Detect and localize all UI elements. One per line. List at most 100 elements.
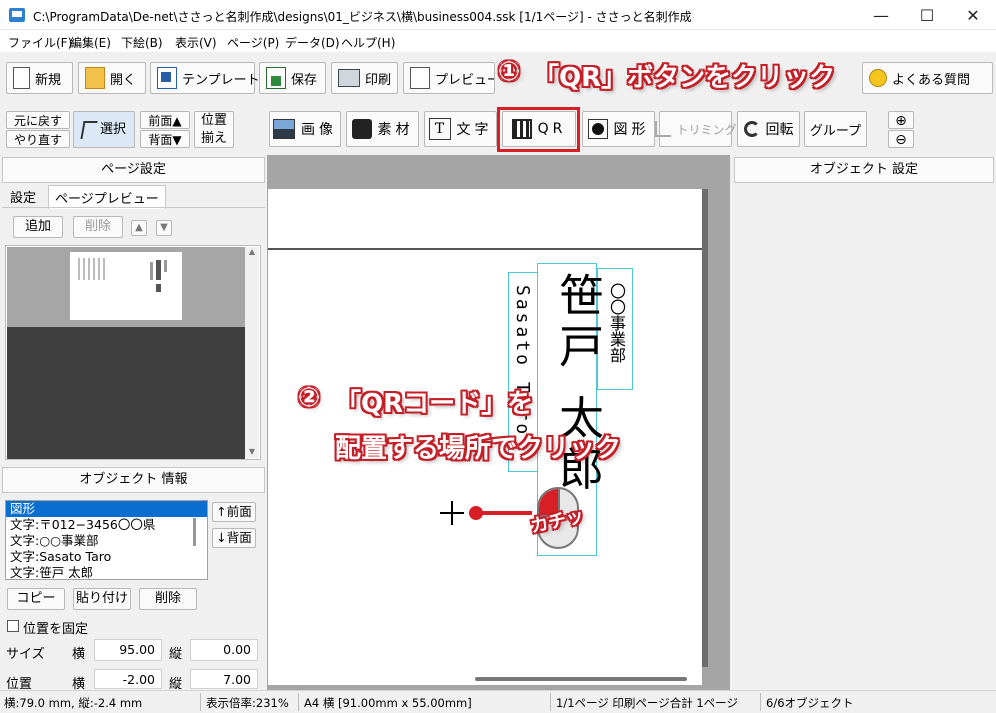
remove-object-button[interactable]: 削除	[139, 588, 197, 610]
title-bar: C:\ProgramData\De-net\ささっと名刺作成\designs\0…	[0, 0, 996, 30]
card-bleed-line	[268, 248, 702, 250]
shape-button[interactable]: 図形	[582, 111, 655, 147]
object-settings-header: オブジェクト 設定	[734, 157, 994, 183]
qr-highlight-frame	[497, 107, 580, 152]
menu-background[interactable]: 下絵(B)	[121, 34, 163, 51]
move-back-button[interactable]: ↓背面	[212, 528, 256, 548]
save-icon	[266, 67, 286, 89]
size-width-label: 横	[72, 647, 86, 662]
cursor-arrow-icon	[80, 120, 98, 139]
step1-number: ①	[498, 57, 521, 87]
preview-button[interactable]: プレビュー	[403, 62, 495, 94]
select-tool-button[interactable]: 選択	[73, 111, 135, 148]
shape-icon	[587, 119, 608, 139]
menu-view[interactable]: 表示(V)	[175, 34, 217, 51]
status-pages: 1/1ページ 印刷ページ合計 1ページ	[556, 696, 738, 710]
menu-page[interactable]: ページ(P)	[227, 34, 279, 51]
image-button[interactable]: 画像	[269, 111, 341, 147]
list-item[interactable]: 文字:〒012−3456〇〇県	[6, 517, 207, 533]
page-settings-header: ページ設定	[2, 157, 265, 183]
page-up-button[interactable]: ▲	[131, 220, 147, 236]
step1-instruction: 「QR」ボタンをクリック	[533, 63, 836, 93]
group-button[interactable]: グループ	[804, 111, 867, 147]
list-item[interactable]: 文字:Sasato Taro	[6, 549, 207, 565]
status-bar: 横:79.0 mm, 縦:-2.4 mm 表示倍率:231% A4 横 [91.…	[0, 690, 996, 713]
text-icon: T	[428, 118, 451, 140]
preview-empty-area	[7, 327, 245, 459]
move-front-button[interactable]: ↑前面	[212, 502, 256, 522]
zoom-out-icon: ⊖	[895, 132, 907, 148]
maximize-button[interactable]: ☐	[904, 0, 950, 30]
align-button[interactable]: 位置 揃え	[194, 111, 234, 148]
material-icon	[351, 119, 372, 139]
page-down-button[interactable]: ▼	[156, 220, 172, 236]
material-button[interactable]: 素材	[346, 111, 419, 147]
preview-scrollbar[interactable]: ▲ ▼	[245, 247, 259, 458]
app-icon	[9, 8, 25, 22]
tab-divider	[2, 207, 265, 208]
printer-icon	[338, 69, 360, 87]
new-document-icon	[13, 67, 30, 89]
zoom-in-button[interactable]: ⊕	[888, 111, 914, 129]
status-object-count: 6/6オブジェクト	[766, 696, 854, 710]
zoom-out-button[interactable]: ⊖	[888, 130, 914, 148]
save-button[interactable]: 保存	[259, 62, 326, 94]
bring-front-button[interactable]: 前面▲	[140, 111, 190, 129]
lock-position-checkbox[interactable]	[7, 620, 19, 632]
rotate-button[interactable]: 回転	[737, 111, 800, 147]
status-zoom: 表示倍率:231%	[206, 696, 289, 710]
text-button[interactable]: T 文字	[424, 111, 497, 147]
list-scrollbar[interactable]	[193, 518, 196, 546]
zoom-in-icon: ⊕	[895, 113, 907, 129]
trimming-button[interactable]: トリミング	[654, 111, 737, 147]
tab-page-preview[interactable]: ページプレビュー	[48, 185, 166, 209]
status-cursor-position: 横:79.0 mm, 縦:-2.4 mm	[4, 696, 143, 710]
step2-instruction-line1: 「QRコード」を	[335, 389, 534, 419]
template-button[interactable]: テンプレート	[150, 62, 260, 94]
step2-number: ②	[298, 383, 321, 413]
template-icon	[157, 67, 177, 89]
window-title: C:\ProgramData\De-net\ささっと名刺作成\designs\0…	[33, 10, 692, 24]
redo-button[interactable]: やり直す	[6, 130, 70, 148]
new-button[interactable]: 新規	[6, 62, 73, 94]
right-panel	[732, 155, 996, 690]
position-x-field[interactable]: -2.00	[94, 669, 162, 689]
add-page-button[interactable]: 追加	[13, 216, 63, 238]
size-height-field[interactable]: 0.00	[190, 639, 258, 661]
pointer-line	[480, 511, 532, 515]
size-width-field[interactable]: 95.00	[94, 639, 162, 661]
preview-icon	[410, 67, 430, 89]
size-label: サイズ	[6, 647, 45, 662]
tab-settings[interactable]: 設定	[10, 187, 36, 206]
open-button[interactable]: 開く	[78, 62, 146, 94]
copy-button[interactable]: コピー	[7, 588, 65, 610]
crosshair-v	[451, 501, 453, 525]
faq-button[interactable]: よくある質問	[862, 62, 993, 94]
card-thumbnail	[70, 252, 182, 320]
list-item[interactable]: 図形	[6, 501, 207, 517]
delete-page-button[interactable]: 削除	[73, 216, 123, 238]
close-button[interactable]: ✕	[950, 0, 996, 30]
undo-button[interactable]: 元に戻す	[6, 111, 70, 129]
rotate-icon	[743, 121, 760, 137]
object-info-header: オブジェクト 情報	[2, 467, 265, 493]
send-back-button[interactable]: 背面▼	[140, 130, 190, 148]
minimize-button[interactable]: —	[858, 0, 904, 30]
list-item[interactable]: 文字:○○事業部	[6, 533, 207, 549]
menu-edit[interactable]: 編集(E)	[70, 34, 111, 51]
faq-icon	[869, 69, 887, 87]
object-list[interactable]: 図形 文字:〒012−3456〇〇県 文字:○○事業部 文字:Sasato Ta…	[5, 500, 208, 580]
canvas-scrollbar[interactable]	[475, 677, 687, 681]
step2-instruction-line2: 配置する場所でクリック	[335, 434, 622, 464]
paste-button[interactable]: 貼り付け	[73, 588, 131, 610]
print-button[interactable]: 印刷	[331, 62, 398, 94]
menu-data[interactable]: データ(D)	[285, 34, 340, 51]
list-item[interactable]: 文字:笹戸 太郎	[6, 565, 207, 579]
menu-file[interactable]: ファイル(F)	[8, 34, 72, 51]
crop-icon	[654, 121, 671, 137]
position-y-field[interactable]: 7.00	[190, 669, 258, 689]
menu-help[interactable]: ヘルプ(H)	[341, 34, 395, 51]
status-paper-size: A4 横 [91.00mm x 55.00mm]	[304, 696, 472, 710]
lock-position-label: 位置を固定	[23, 622, 89, 637]
page-preview[interactable]: ▲ ▼	[5, 245, 261, 460]
